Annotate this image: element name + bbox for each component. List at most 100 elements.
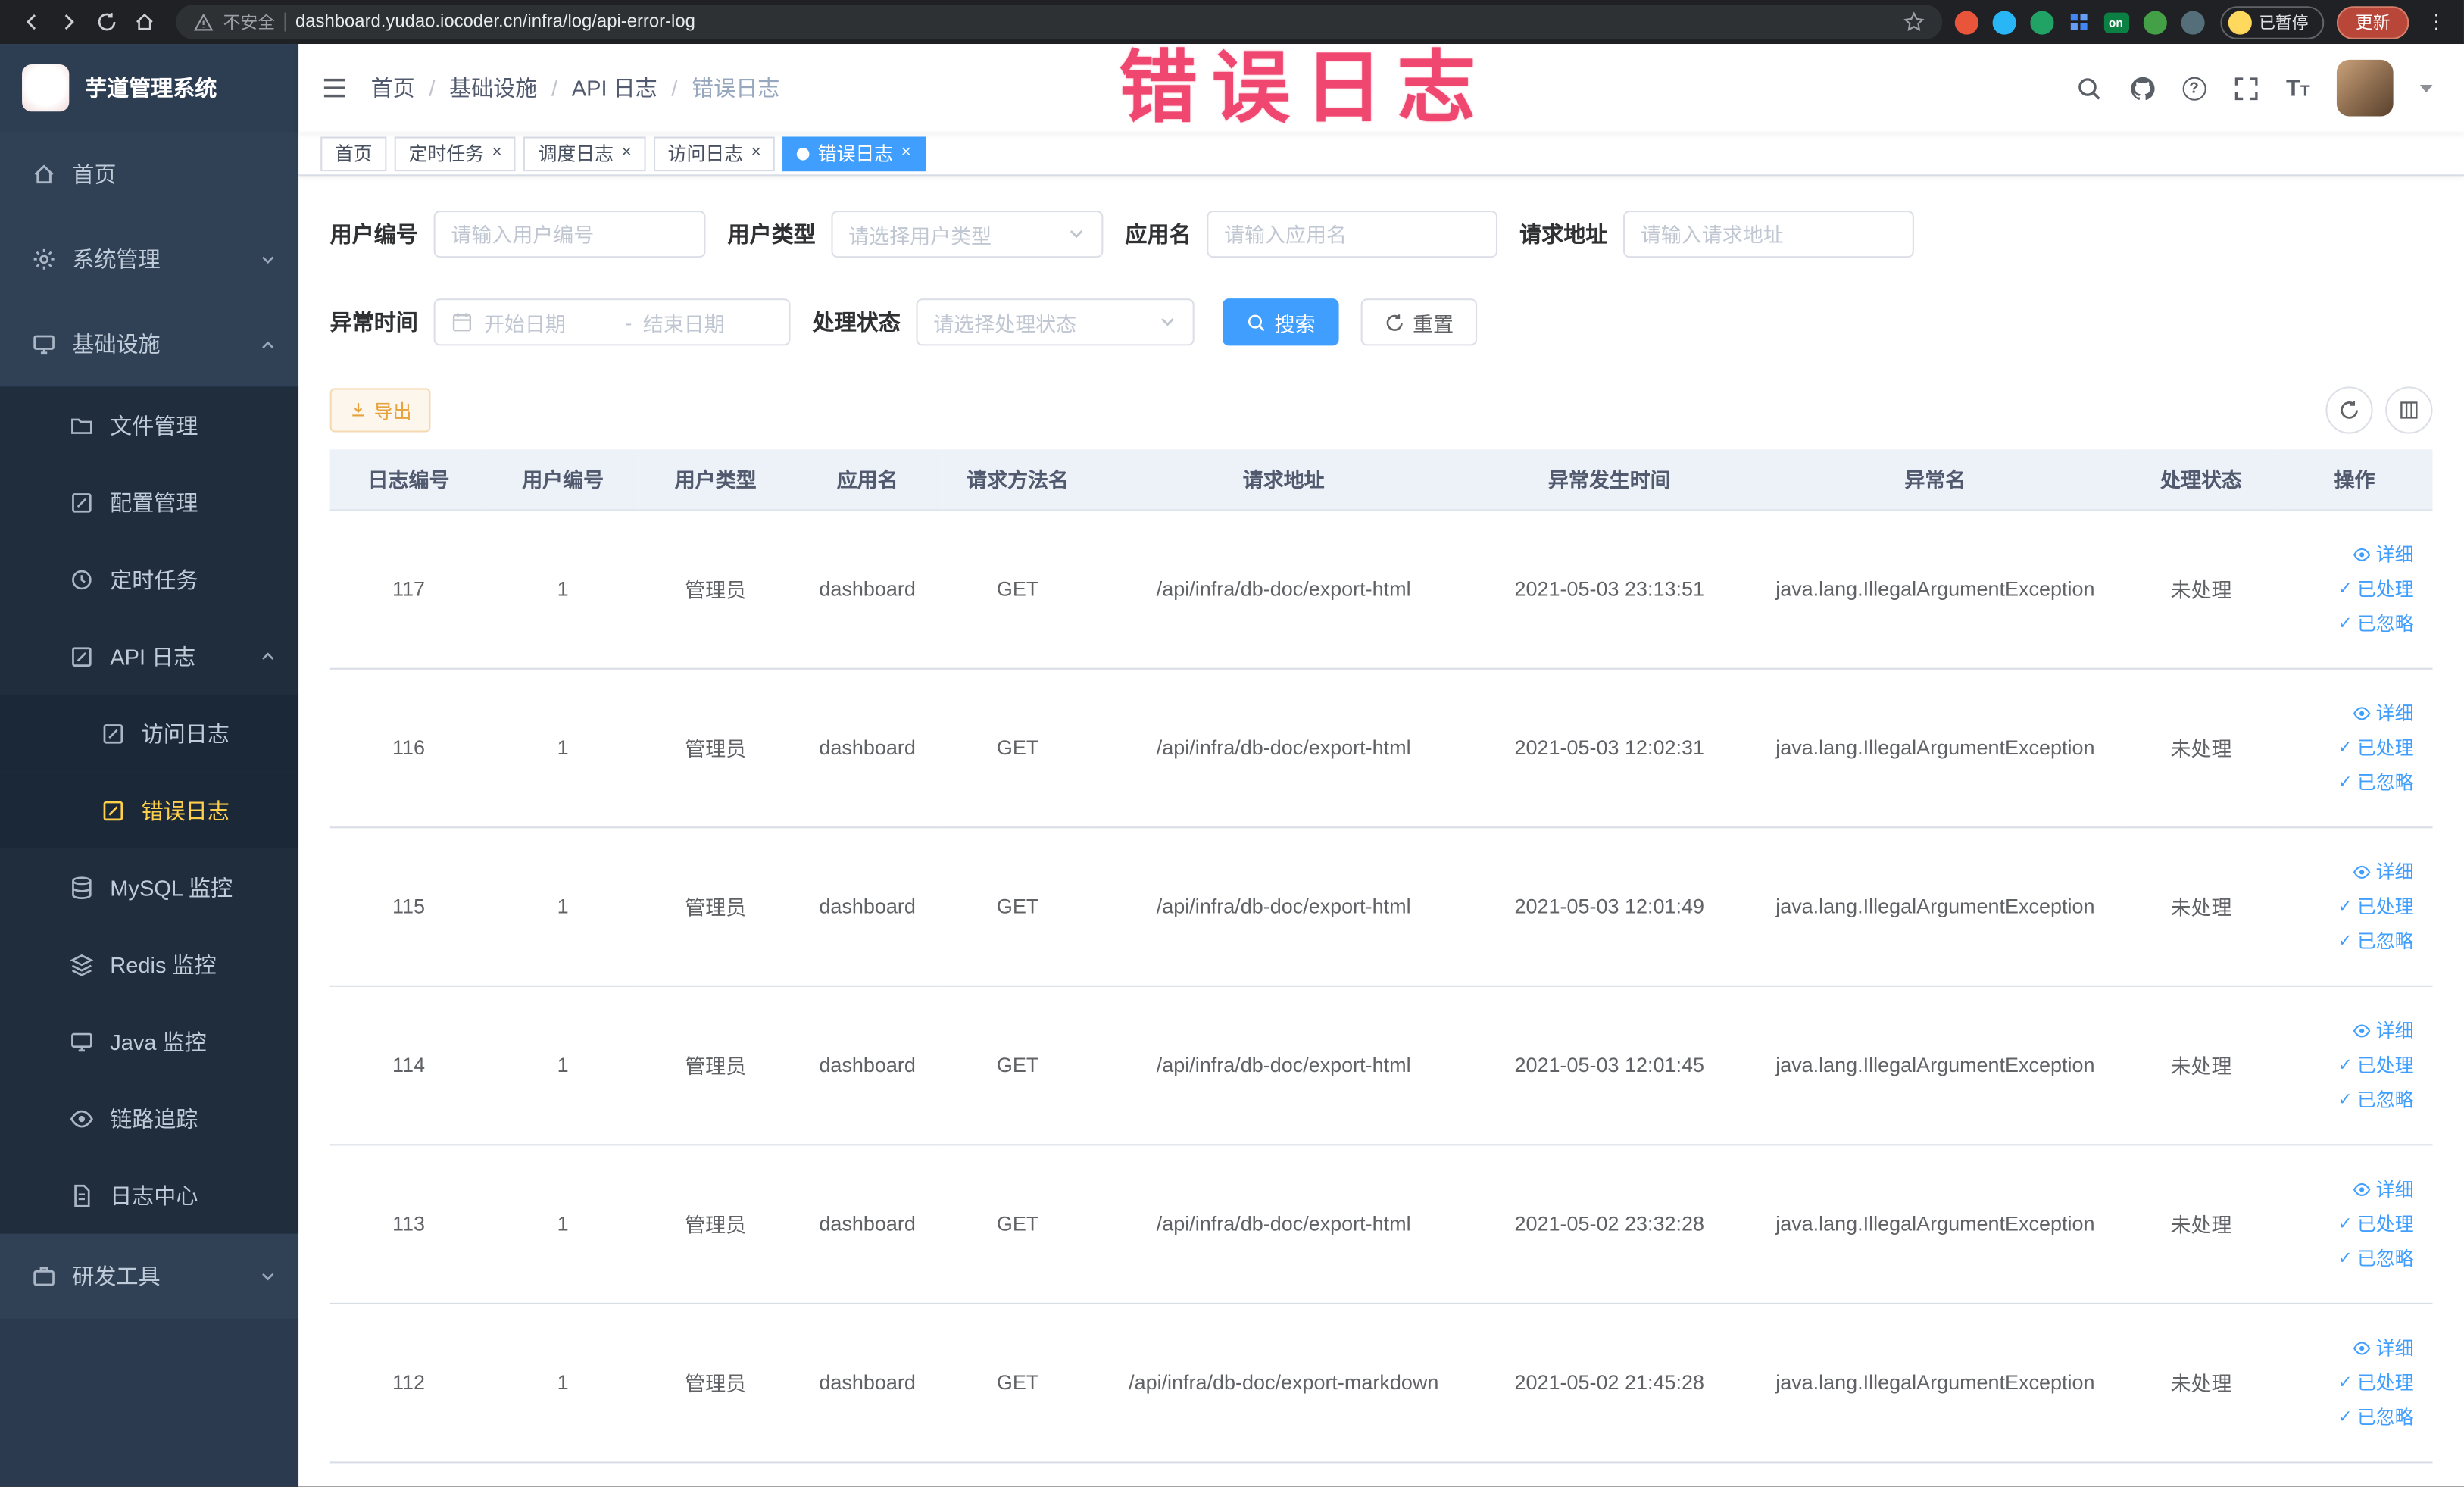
profile-paused-chip[interactable]: 已暂停 [2219, 5, 2325, 39]
user-type-label: 用户类型 [727, 221, 816, 247]
table-row: 116 1 管理员 dashboard GET /api/infra/db-do… [329, 667, 2433, 828]
browser-forward-button[interactable] [50, 3, 88, 41]
check-icon: ✓ [2338, 579, 2353, 598]
detail-link[interactable]: 详细 [2286, 1172, 2414, 1207]
ignored-link[interactable]: ✓ 已忽略 [2286, 606, 2414, 641]
extension-icon-2[interactable] [1991, 10, 2016, 34]
close-icon[interactable]: × [621, 144, 631, 162]
column-settings-button[interactable] [2385, 386, 2433, 434]
user-avatar[interactable] [2336, 59, 2394, 117]
ignored-link[interactable]: ✓ 已忽略 [2286, 1399, 2414, 1434]
extension-icon-1[interactable] [1953, 10, 1978, 34]
close-icon[interactable]: × [492, 144, 501, 162]
tab-schedule-logs[interactable]: 调度日志 × [523, 136, 646, 171]
bookmark-star-icon[interactable] [1902, 8, 1924, 36]
ignored-link[interactable]: ✓ 已忽略 [2286, 1082, 2414, 1117]
export-button[interactable]: 导出 [329, 388, 431, 433]
breadcrumb-item[interactable]: API 日志 [572, 72, 657, 103]
cell-actions: 详细 ✓ 已处理 ✓ 已忽略 [2276, 985, 2433, 1145]
extension-on-badge[interactable]: on [2103, 11, 2129, 33]
extension-paw-icon[interactable] [2180, 10, 2204, 34]
sidebar-item-error-logs[interactable]: 错误日志 [0, 771, 299, 849]
detail-link[interactable]: 详细 [2286, 854, 2414, 889]
sidebar-item-mysql-monitor[interactable]: MySQL 监控 [0, 848, 299, 926]
address-bar[interactable]: 不安全 dashboard.yudao.iocoder.cn/infra/log… [176, 5, 1942, 39]
sidebar-item-scheduled-tasks[interactable]: 定时任务 [0, 540, 299, 618]
sidebar-item-label: Java 监控 [110, 1028, 207, 1054]
extension-icon-3[interactable] [2029, 10, 2053, 34]
breadcrumb-item[interactable]: 基础设施 [449, 72, 537, 103]
sidebar-item-redis-monitor[interactable]: Redis 监控 [0, 925, 299, 1003]
insecure-warning-icon [193, 12, 214, 33]
browser-home-button[interactable] [126, 3, 164, 41]
sidebar-item-link-tracing[interactable]: 链路追踪 [0, 1079, 299, 1157]
hamburger-icon[interactable] [320, 74, 348, 102]
process-status-select[interactable]: 请选择处理状态 [916, 298, 1195, 346]
request-url-input[interactable] [1623, 210, 1914, 258]
sidebar-item-java-monitor[interactable]: Java 监控 [0, 1002, 299, 1080]
user-id-input[interactable] [433, 210, 706, 258]
sidebar-item-api-logs[interactable]: API 日志 [0, 617, 299, 695]
tab-scheduled-tasks[interactable]: 定时任务 × [394, 136, 517, 171]
processed-link[interactable]: ✓ 已处理 [2286, 889, 2414, 923]
sidebar-item-infrastructure[interactable]: 基础设施 [0, 301, 298, 386]
processed-link[interactable]: ✓ 已处理 [2286, 1048, 2414, 1082]
ignored-link[interactable]: ✓ 已忽略 [2286, 923, 2414, 958]
ignored-link[interactable]: ✓ 已忽略 [2286, 1241, 2414, 1276]
tab-label: 访问日志 [667, 142, 744, 165]
sidebar-logo[interactable]: 芋道管理系统 [0, 44, 299, 133]
exception-time-range-picker[interactable]: 开始日期 - 结束日期 [433, 298, 791, 346]
tab-error-logs[interactable]: 错误日志 × [782, 136, 926, 171]
app-name-input[interactable] [1207, 210, 1498, 258]
tab-home[interactable]: 首页 [320, 136, 387, 171]
reset-button[interactable]: 重置 [1360, 298, 1478, 346]
col-actions: 操作 [2276, 449, 2433, 511]
sidebar-item-config-management[interactable]: 配置管理 [0, 464, 299, 541]
user-type-select[interactable]: 请选择用户类型 [831, 210, 1104, 258]
close-icon[interactable]: × [751, 144, 761, 162]
processed-link[interactable]: ✓ 已处理 [2286, 1365, 2414, 1400]
detail-link[interactable]: 详细 [2286, 695, 2414, 730]
detail-link[interactable]: 详细 [2286, 1330, 2414, 1365]
extension-leaf-icon[interactable] [2142, 10, 2166, 34]
search-icon[interactable] [2075, 75, 2102, 102]
tab-label: 错误日志 [817, 142, 894, 165]
browser-menu-icon[interactable]: ⋮ [2422, 9, 2451, 34]
briefcase-icon [31, 1264, 56, 1289]
close-icon[interactable]: × [901, 144, 911, 162]
sidebar-item-file-management[interactable]: 文件管理 [0, 386, 299, 464]
sidebar-item-access-logs[interactable]: 访问日志 [0, 694, 299, 772]
security-label[interactable]: 不安全 [223, 9, 275, 34]
fullscreen-icon[interactable] [2232, 75, 2259, 102]
table-row: 114 1 管理员 dashboard GET /api/infra/db-do… [329, 985, 2433, 1145]
refresh-button[interactable] [2325, 386, 2373, 434]
sidebar-item-home[interactable]: 首页 [0, 132, 298, 217]
detail-link[interactable]: 详细 [2286, 536, 2414, 571]
detail-link[interactable]: 详细 [2286, 1013, 2414, 1048]
help-icon[interactable]: ? [2182, 76, 2206, 100]
browser-back-button[interactable] [13, 3, 51, 41]
cell-user-type: 管理员 [638, 1144, 793, 1304]
sidebar-item-log-center[interactable]: 日志中心 [0, 1156, 299, 1234]
font-size-icon[interactable]: TT [2286, 77, 2310, 100]
processed-link[interactable]: ✓ 已处理 [2286, 1206, 2414, 1241]
cell-app-name: dashboard [792, 985, 942, 1145]
breadcrumb-item[interactable]: 首页 [371, 72, 415, 103]
search-icon [1246, 312, 1266, 333]
browser-update-button[interactable]: 更新 [2336, 5, 2409, 39]
sidebar-item-system-management[interactable]: 系统管理 [0, 217, 298, 301]
extension-grid-icon[interactable] [2067, 11, 2089, 33]
processed-link[interactable]: ✓ 已处理 [2286, 730, 2414, 765]
chevron-down-icon [259, 251, 276, 268]
search-button[interactable]: 搜索 [1223, 298, 1339, 346]
github-icon[interactable] [2128, 75, 2155, 102]
sidebar-item-dev-tools[interactable]: 研发工具 [0, 1234, 298, 1319]
ignored-link[interactable]: ✓ 已忽略 [2286, 764, 2414, 799]
url-text[interactable]: dashboard.yudao.iocoder.cn/infra/log/api… [295, 13, 695, 32]
processed-link[interactable]: ✓ 已处理 [2286, 571, 2414, 606]
browser-reload-button[interactable] [88, 3, 126, 41]
table-row: 113 1 管理员 dashboard GET /api/infra/db-do… [329, 1144, 2433, 1304]
avatar-caret-icon[interactable] [2419, 83, 2433, 92]
tab-access-logs[interactable]: 访问日志 × [653, 136, 776, 171]
tabs-bar: 首页 定时任务 × 调度日志 × 访问日志 × 错误日志 × [298, 132, 2464, 177]
